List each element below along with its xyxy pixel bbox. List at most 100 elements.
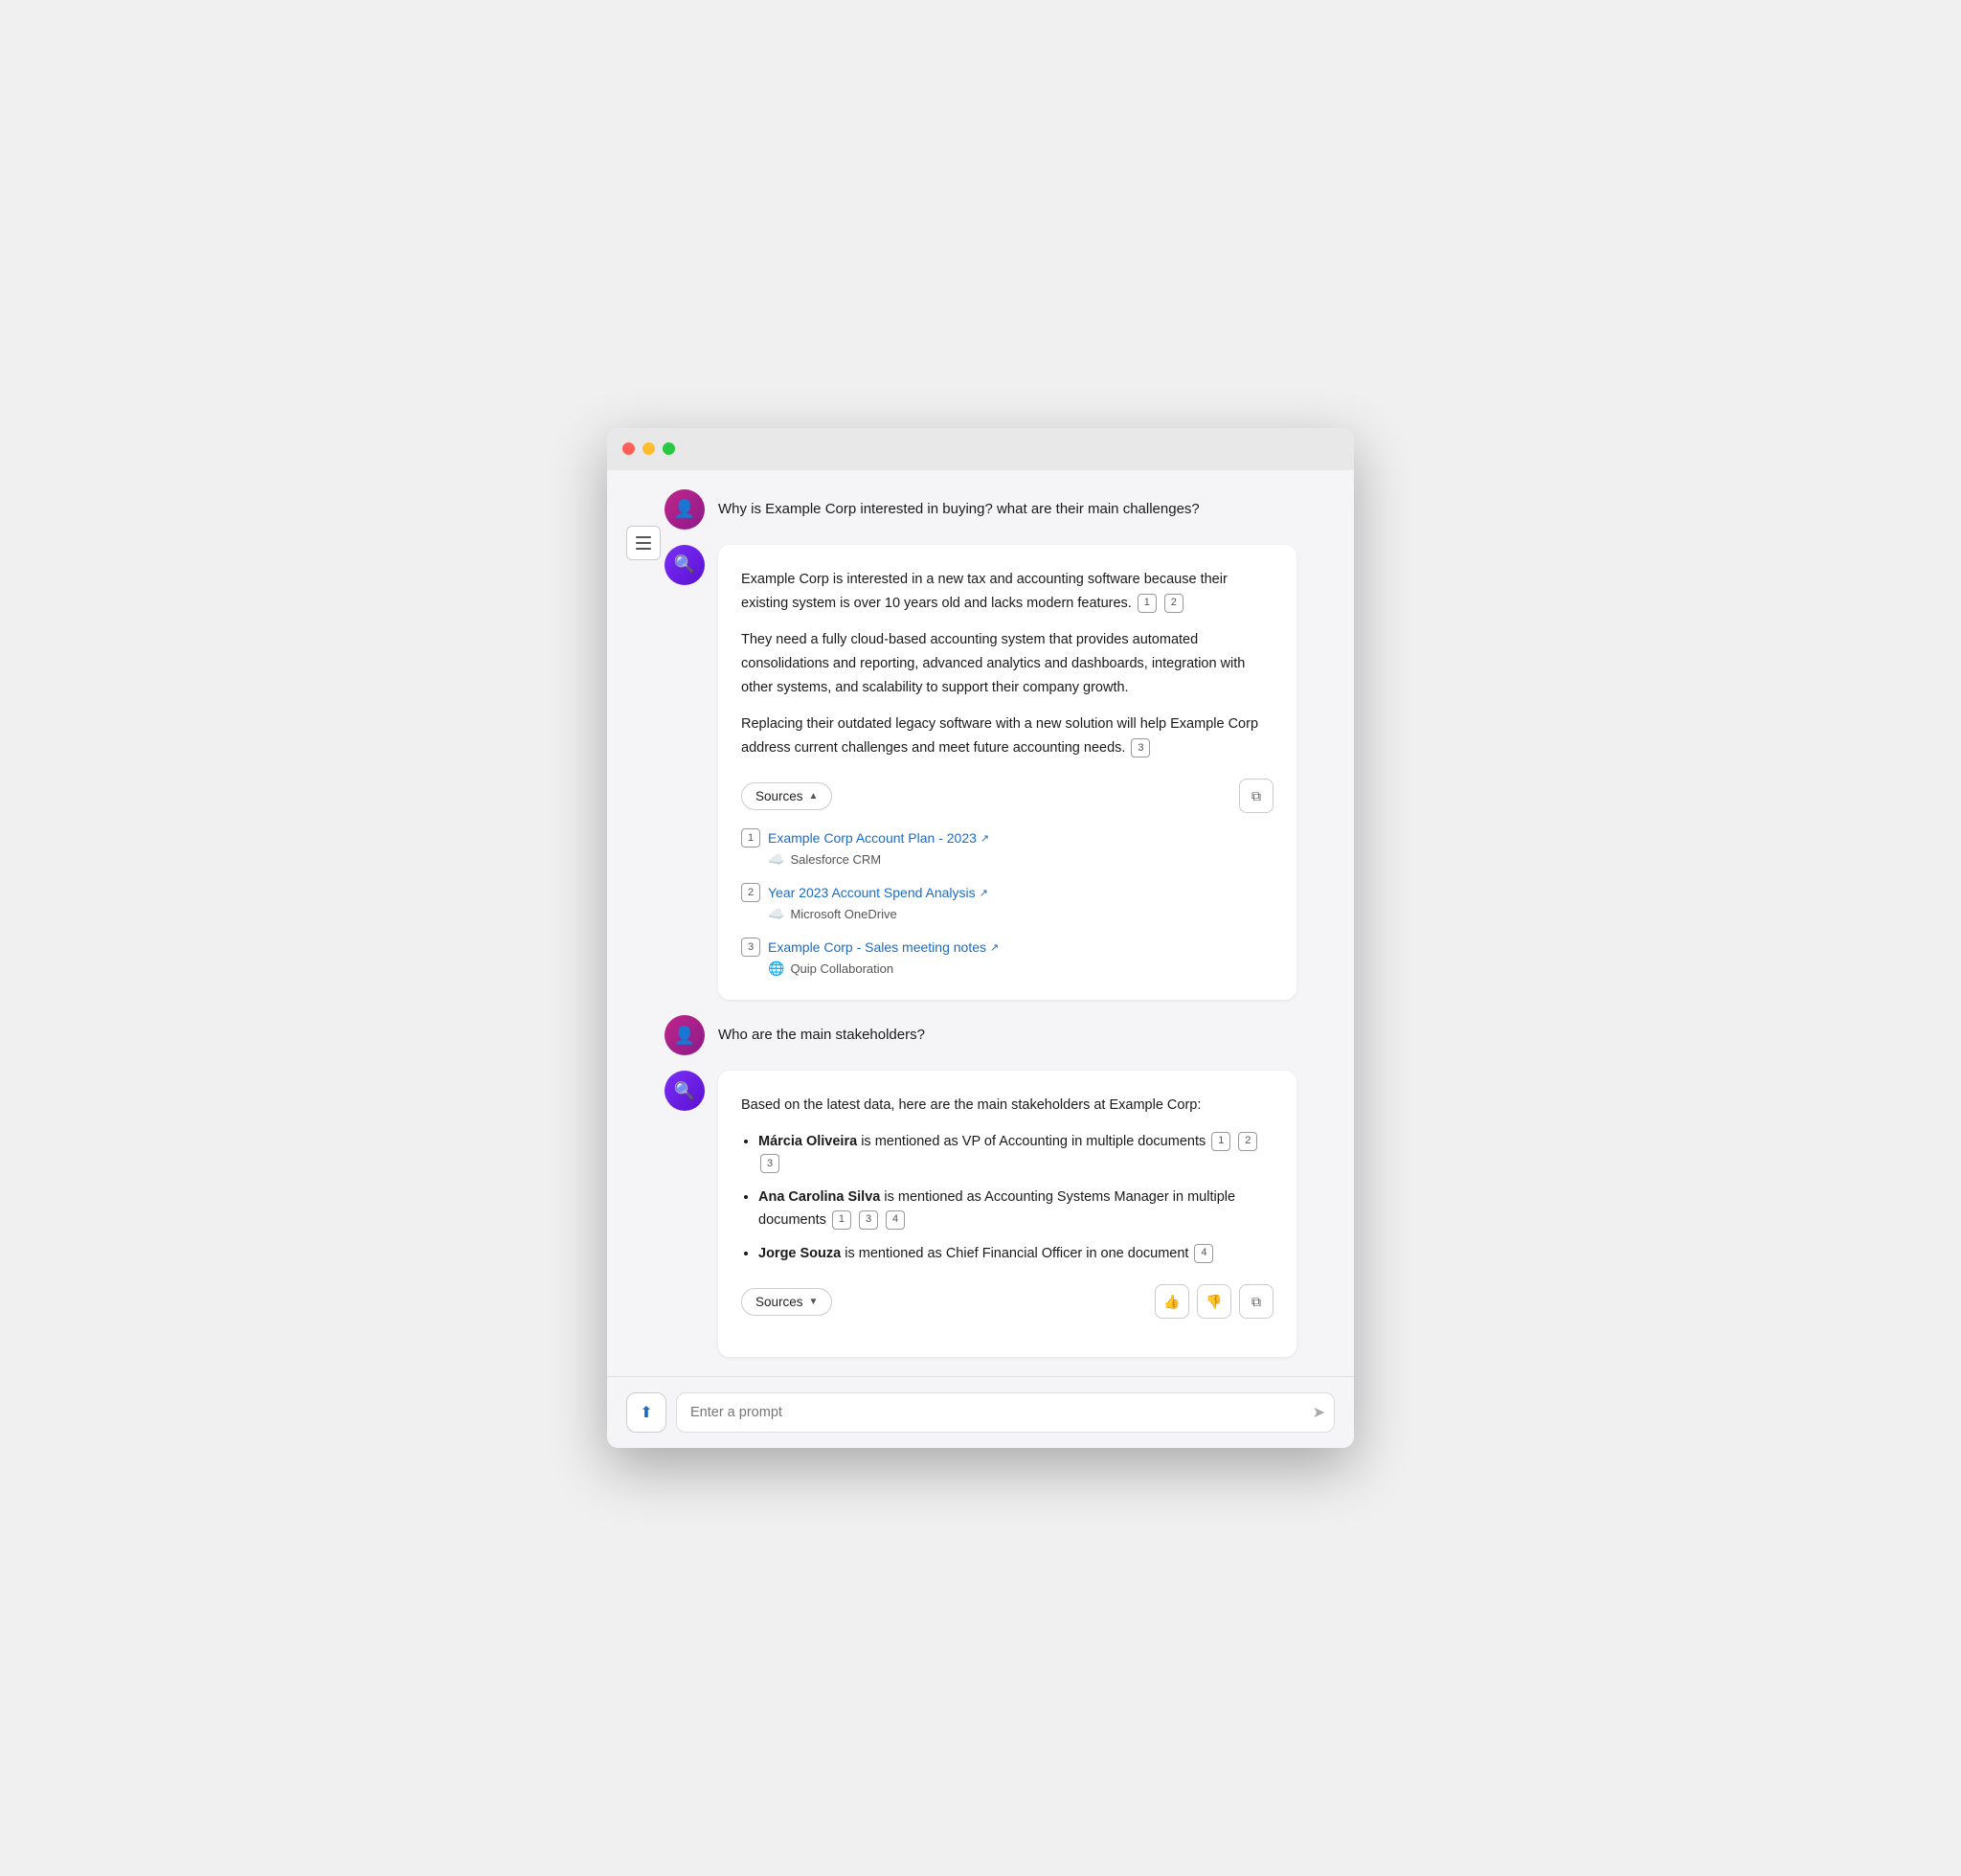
- ai-icon: 🔍: [674, 1081, 695, 1101]
- stakeholder-description: is mentioned as Chief Financial Officer …: [845, 1246, 1192, 1261]
- response-intro: Based on the latest data, here are the m…: [741, 1094, 1274, 1118]
- citation-badge[interactable]: 1: [1138, 594, 1157, 613]
- response-paragraph-1: Example Corp is interested in a new tax …: [741, 568, 1274, 615]
- source-number: 3: [741, 938, 760, 957]
- sources-toggle-row: Sources ▲ ⧉: [741, 779, 1274, 813]
- sources-label: Sources: [755, 1295, 803, 1309]
- send-icon: ➤: [1313, 1403, 1325, 1422]
- prompt-input[interactable]: [676, 1392, 1335, 1433]
- sources-section: Sources ▲ ⧉: [741, 779, 1274, 977]
- minimize-button[interactable]: [642, 442, 655, 455]
- close-button[interactable]: [622, 442, 635, 455]
- ai-message-row: 🔍 Example Corp is interested in a new ta…: [665, 545, 1296, 1000]
- ai-avatar: 🔍: [665, 1071, 705, 1111]
- ai-message-row: 🔍 Based on the latest data, here are the…: [665, 1071, 1296, 1357]
- user-icon: 👤: [674, 1026, 695, 1046]
- salesforce-icon: ☁️: [768, 851, 784, 868]
- citation-badge[interactable]: 4: [886, 1210, 905, 1230]
- user-avatar: 👤: [665, 1015, 705, 1055]
- external-link-icon: ↗: [990, 941, 999, 954]
- source-item-header: 2 Year 2023 Account Spend Analysis ↗: [741, 883, 1274, 902]
- onedrive-icon: ☁️: [768, 906, 784, 922]
- quip-icon: 🌐: [768, 961, 784, 977]
- thumbs-up-button[interactable]: 👍: [1155, 1284, 1189, 1319]
- source-item-header: 1 Example Corp Account Plan - 2023 ↗: [741, 828, 1274, 848]
- action-buttons: ⧉: [1239, 779, 1274, 813]
- user-icon: 👤: [674, 499, 695, 519]
- external-link-icon: ↗: [980, 887, 988, 899]
- source-link[interactable]: Example Corp Account Plan - 2023 ↗: [768, 830, 989, 846]
- stakeholders-list: Márcia Oliveira is mentioned as VP of Ac…: [741, 1131, 1274, 1265]
- citation-badge[interactable]: 2: [1164, 594, 1183, 613]
- list-item: Ana Carolina Silva is mentioned as Accou…: [758, 1187, 1274, 1231]
- provider-name: Quip Collaboration: [790, 961, 893, 976]
- ai-response-card: Based on the latest data, here are the m…: [718, 1071, 1296, 1357]
- citation-badge[interactable]: 3: [859, 1210, 878, 1230]
- stakeholder-name: Márcia Oliveira: [758, 1134, 857, 1149]
- source-provider: 🌐 Quip Collaboration: [741, 961, 1274, 977]
- citation-badge[interactable]: 1: [1211, 1132, 1230, 1151]
- prompt-wrapper: ➤: [676, 1392, 1335, 1433]
- citation-badge[interactable]: 3: [1131, 738, 1150, 757]
- maximize-button[interactable]: [663, 442, 675, 455]
- response-paragraph-2: They need a fully cloud-based accounting…: [741, 628, 1274, 699]
- upload-icon: ⬆: [640, 1403, 652, 1422]
- citation-badge[interactable]: 2: [1238, 1132, 1257, 1151]
- source-item: 1 Example Corp Account Plan - 2023 ↗ ☁️ …: [741, 828, 1274, 868]
- user-message-row: 👤 Who are the main stakeholders?: [665, 1015, 1296, 1055]
- external-link-icon: ↗: [980, 832, 989, 845]
- ai-icon: 🔍: [674, 554, 695, 575]
- user-question: Why is Example Corp interested in buying…: [718, 489, 1200, 521]
- chat-area: 👤 Why is Example Corp interested in buyi…: [607, 470, 1354, 1376]
- stakeholder-name: Ana Carolina Silva: [758, 1189, 880, 1205]
- sources-toggle-button[interactable]: Sources ▼: [741, 1288, 832, 1316]
- action-buttons: 👍 👎 ⧉: [1155, 1284, 1274, 1319]
- source-title: Example Corp Account Plan - 2023: [768, 830, 977, 846]
- sources-label: Sources: [755, 789, 803, 803]
- source-title: Year 2023 Account Spend Analysis: [768, 885, 976, 900]
- thumbs-down-button[interactable]: 👎: [1197, 1284, 1231, 1319]
- source-link[interactable]: Example Corp - Sales meeting notes ↗: [768, 939, 999, 955]
- ai-avatar: 🔍: [665, 545, 705, 585]
- user-avatar: 👤: [665, 489, 705, 530]
- copy-icon: ⧉: [1251, 1294, 1261, 1310]
- copy-button[interactable]: ⧉: [1239, 1284, 1274, 1319]
- citation-badge[interactable]: 4: [1194, 1244, 1213, 1263]
- user-question: Who are the main stakeholders?: [718, 1015, 925, 1047]
- citation-badge[interactable]: 1: [832, 1210, 851, 1230]
- chevron-up-icon: ▲: [809, 791, 819, 802]
- bottom-bar: ⬆ ➤: [607, 1376, 1354, 1448]
- upload-button[interactable]: ⬆: [626, 1392, 666, 1433]
- app-window: 👤 Why is Example Corp interested in buyi…: [607, 428, 1354, 1448]
- source-link[interactable]: Year 2023 Account Spend Analysis ↗: [768, 885, 988, 900]
- source-provider: ☁️ Salesforce CRM: [741, 851, 1274, 868]
- citation-badge[interactable]: 3: [760, 1154, 779, 1173]
- titlebar: [607, 428, 1354, 470]
- source-title: Example Corp - Sales meeting notes: [768, 939, 986, 955]
- thumbs-up-icon: 👍: [1163, 1294, 1180, 1310]
- source-item: 2 Year 2023 Account Spend Analysis ↗ ☁️ …: [741, 883, 1274, 922]
- source-number: 1: [741, 828, 760, 848]
- provider-name: Salesforce CRM: [790, 852, 881, 867]
- stakeholder-name: Jorge Souza: [758, 1246, 841, 1261]
- stakeholder-description: is mentioned as VP of Accounting in mult…: [861, 1134, 1209, 1149]
- sources-section: Sources ▼ 👍 👎: [741, 1284, 1274, 1319]
- send-button[interactable]: ➤: [1313, 1403, 1325, 1422]
- source-provider: ☁️ Microsoft OneDrive: [741, 906, 1274, 922]
- list-item: Jorge Souza is mentioned as Chief Financ…: [758, 1243, 1274, 1265]
- source-list: 1 Example Corp Account Plan - 2023 ↗ ☁️ …: [741, 828, 1274, 977]
- ai-response-card: Example Corp is interested in a new tax …: [718, 545, 1296, 1000]
- provider-name: Microsoft OneDrive: [790, 907, 896, 921]
- thumbs-down-icon: 👎: [1206, 1294, 1222, 1310]
- sources-toggle-row: Sources ▼ 👍 👎: [741, 1284, 1274, 1319]
- source-item: 3 Example Corp - Sales meeting notes ↗ 🌐…: [741, 938, 1274, 977]
- sources-toggle-button[interactable]: Sources ▲: [741, 782, 832, 810]
- source-item-header: 3 Example Corp - Sales meeting notes ↗: [741, 938, 1274, 957]
- source-number: 2: [741, 883, 760, 902]
- list-item: Márcia Oliveira is mentioned as VP of Ac…: [758, 1131, 1274, 1175]
- response-paragraph-3: Replacing their outdated legacy software…: [741, 712, 1274, 759]
- user-message-row: 👤 Why is Example Corp interested in buyi…: [665, 489, 1296, 530]
- copy-button[interactable]: ⧉: [1239, 779, 1274, 813]
- chevron-down-icon: ▼: [809, 1297, 819, 1307]
- copy-icon: ⧉: [1251, 788, 1261, 804]
